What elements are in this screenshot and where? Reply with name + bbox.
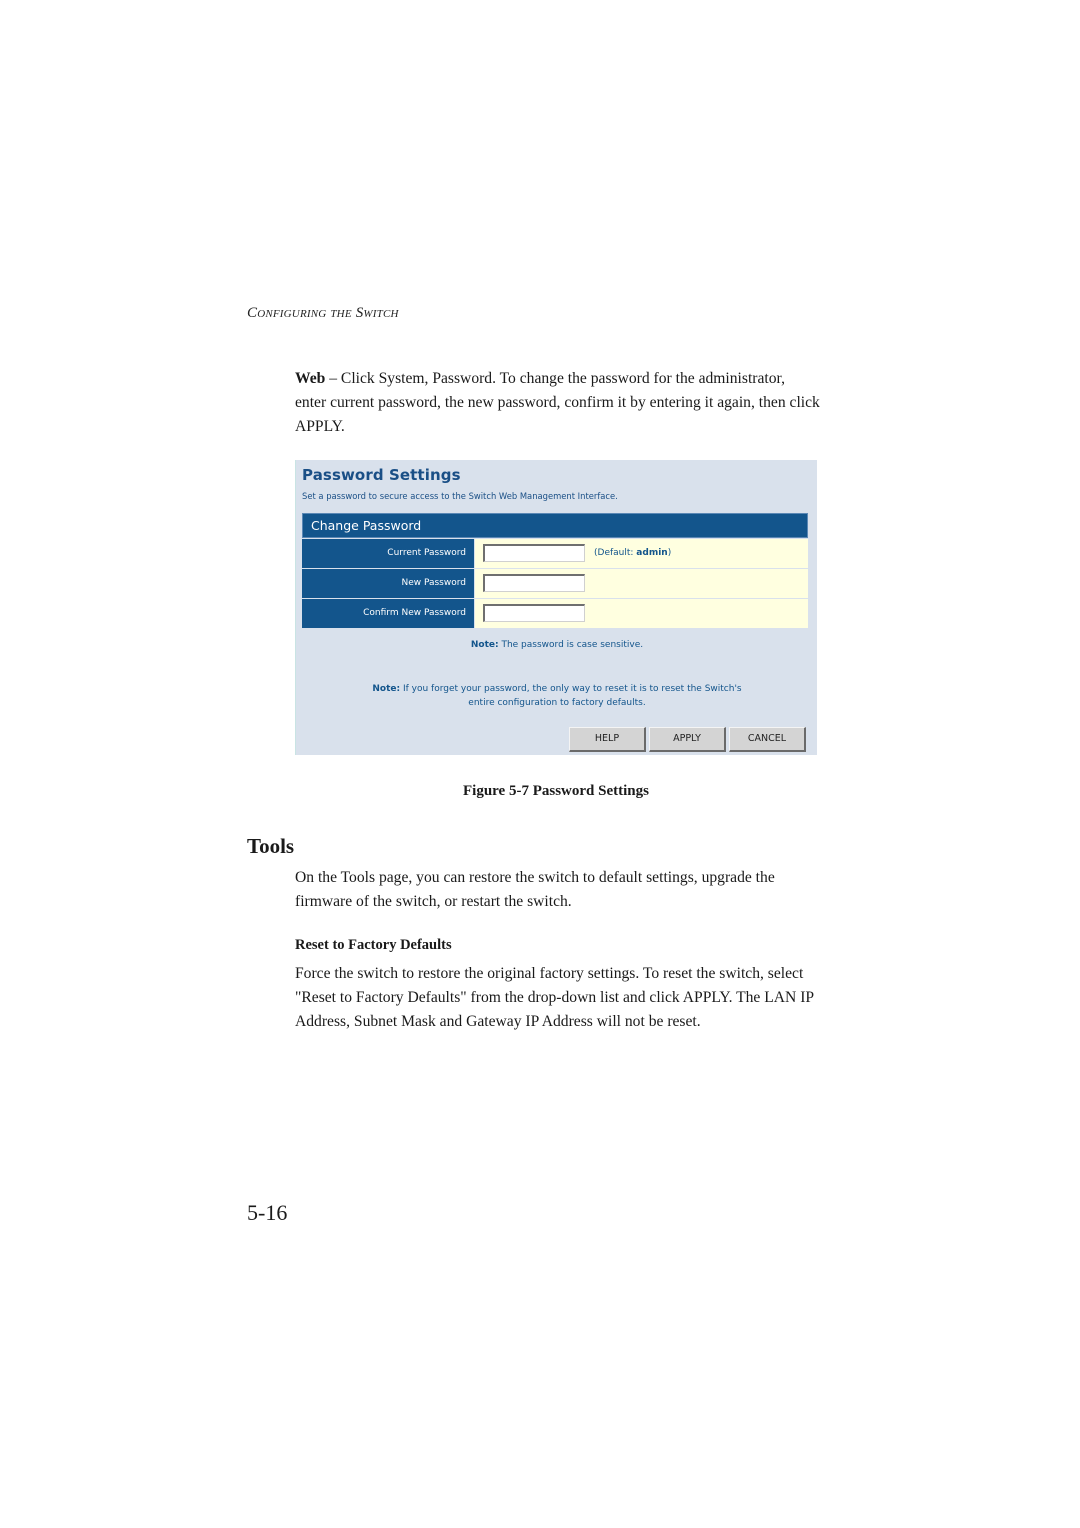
- confirm-password-row: Confirm New Password: [302, 599, 808, 628]
- current-password-input[interactable]: [483, 544, 585, 562]
- cancel-button[interactable]: CANCEL: [729, 727, 806, 752]
- intro-text: – Click System, Password. To change the …: [295, 370, 820, 435]
- help-button[interactable]: HELP: [569, 727, 646, 752]
- change-password-header: Change Password: [302, 513, 808, 538]
- panel-title: Password Settings: [302, 466, 461, 484]
- hint-prefix: (Default:: [594, 548, 637, 558]
- new-password-cell: [475, 569, 808, 598]
- reset-defaults-paragraph: Force the switch to restore the original…: [295, 965, 814, 1030]
- current-password-cell: (Default: admin): [475, 539, 808, 568]
- tools-paragraph: On the Tools page, you can restore the s…: [295, 869, 775, 910]
- confirm-password-label: Confirm New Password: [302, 599, 474, 628]
- intro-paragraph: Web – Click System, Password. To change …: [295, 367, 820, 439]
- note-label: Note:: [372, 684, 401, 694]
- confirm-password-cell: [475, 599, 808, 628]
- current-password-row: Current Password (Default: admin): [302, 539, 808, 568]
- case-sensitive-note: Note: The password is case sensitive.: [296, 638, 818, 652]
- tools-heading: Tools: [247, 834, 295, 858]
- new-password-label: New Password: [302, 569, 474, 598]
- note-text: The password is case sensitive.: [498, 640, 644, 650]
- intro-lead: Web: [295, 370, 326, 387]
- apply-button[interactable]: APPLY: [649, 727, 726, 752]
- new-password-row: New Password: [302, 569, 808, 598]
- figure-caption: Figure 5-7 Password Settings: [463, 783, 649, 799]
- page-number: 5-16: [247, 1200, 288, 1225]
- default-password-hint: (Default: admin): [594, 548, 671, 558]
- confirm-password-input[interactable]: [483, 604, 585, 622]
- note-text: If you forget your password, the only wa…: [400, 684, 742, 694]
- hint-default-value: admin: [636, 548, 668, 558]
- note-text-line2: entire configuration to factory defaults…: [468, 698, 646, 708]
- password-settings-screenshot: Password Settings Set a password to secu…: [295, 460, 817, 755]
- panel-subtitle: Set a password to secure access to the S…: [302, 491, 618, 501]
- current-password-label: Current Password: [302, 539, 474, 568]
- running-head: Configuring the Switch: [247, 305, 399, 321]
- forgot-password-note: Note: If you forget your password, the o…: [296, 682, 818, 710]
- reset-defaults-heading: Reset to Factory Defaults: [295, 937, 452, 953]
- note-label: Note:: [470, 640, 499, 650]
- hint-suffix: ): [667, 548, 672, 558]
- new-password-input[interactable]: [483, 574, 585, 592]
